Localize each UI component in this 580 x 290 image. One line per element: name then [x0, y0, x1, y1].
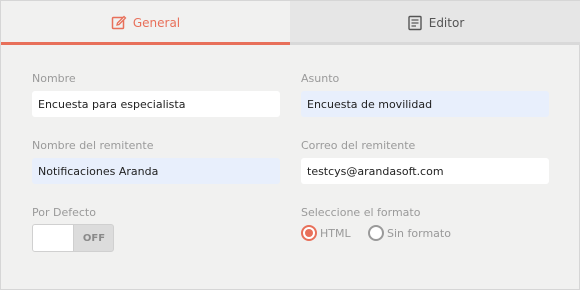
tab-bar: General Editor [1, 1, 580, 45]
por-defecto-toggle[interactable]: OFF [32, 224, 114, 252]
radio-sin-formato-circle [368, 225, 384, 241]
edit-icon [111, 15, 127, 31]
tab-divider [290, 42, 580, 45]
correo-label: Correo del remitente [301, 139, 416, 152]
survey-config-panel: General Editor Nombre Encuesta para espe… [0, 0, 580, 290]
remitente-label: Nombre del remitente [32, 139, 154, 152]
remitente-field[interactable]: Notificaciones Aranda [32, 158, 280, 184]
correo-field[interactable]: testcys@arandasoft.com [301, 158, 549, 184]
tab-editor[interactable]: Editor [290, 1, 580, 45]
radio-html-label: HTML [320, 226, 351, 240]
radio-html[interactable]: HTML [301, 225, 351, 241]
active-tab-indicator [1, 42, 290, 45]
nombre-label: Nombre [32, 72, 76, 85]
toggle-knob [33, 225, 74, 251]
nombre-field[interactable]: Encuesta para especialista [32, 91, 280, 117]
radio-sin-formato[interactable]: Sin formato [368, 225, 451, 241]
tab-general-label: General [132, 16, 181, 30]
formato-label: Seleccione el formato [301, 206, 421, 219]
radio-html-circle [301, 225, 317, 241]
toggle-state-label: OFF [82, 232, 106, 244]
asunto-label: Asunto [301, 72, 340, 85]
por-defecto-label: Por Defecto [32, 206, 96, 219]
document-icon [407, 15, 423, 31]
radio-sin-formato-label: Sin formato [387, 226, 451, 240]
asunto-field[interactable]: Encuesta de movilidad [301, 91, 549, 117]
tab-editor-label: Editor [428, 16, 465, 30]
tab-general[interactable]: General [1, 1, 290, 45]
